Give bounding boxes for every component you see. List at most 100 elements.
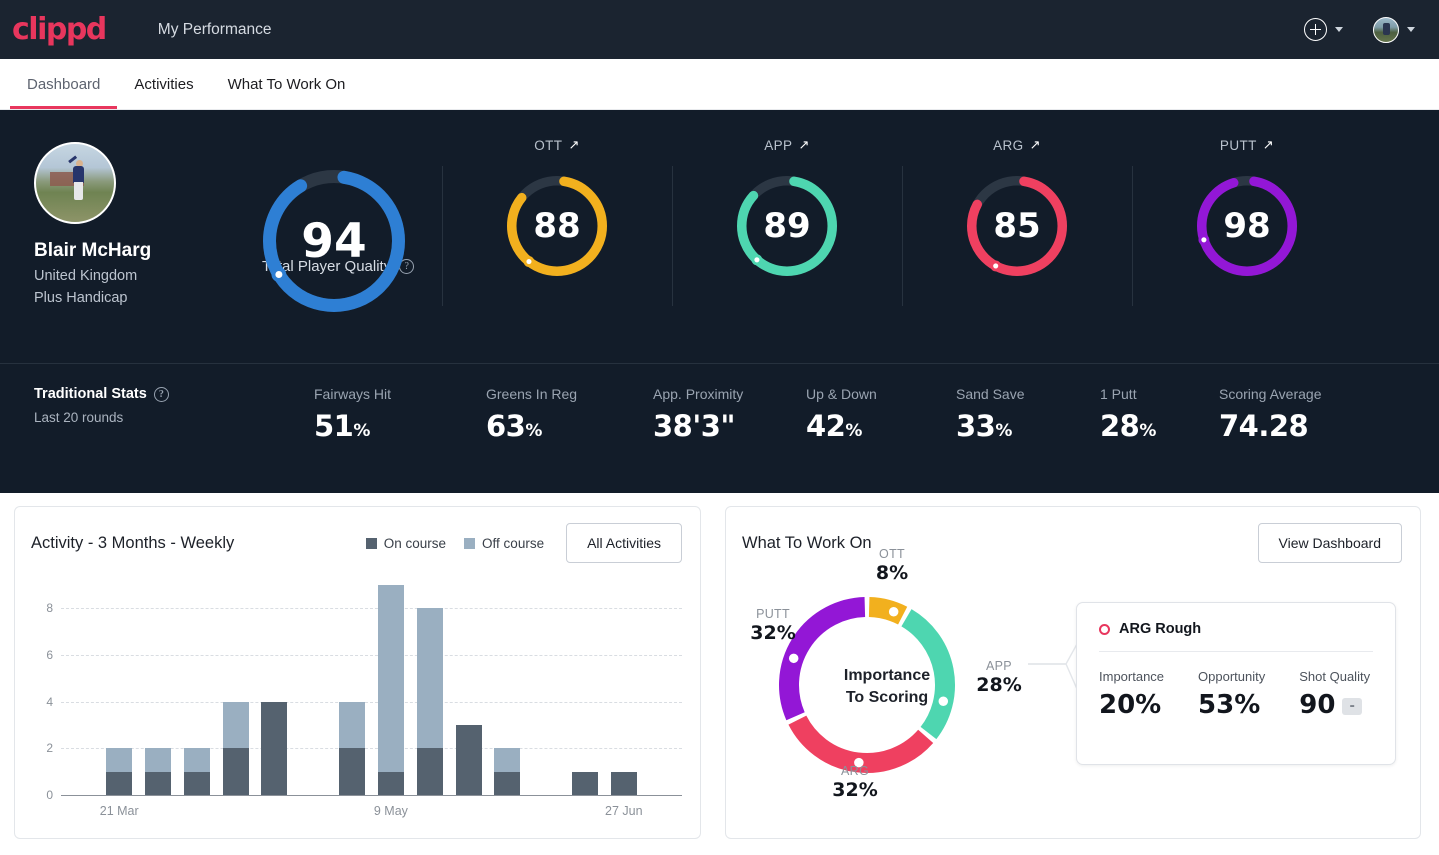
bar[interactable] [339,701,366,795]
legend-item-on-course: On course [365,535,447,551]
stat-label: Sand Save [956,386,1025,402]
bar[interactable] [261,701,288,795]
stat-value: 42% [806,409,862,443]
plus-circle-icon[interactable] [1304,18,1327,41]
donut-slice-app[interactable] [901,609,955,740]
bar-slot[interactable] [604,585,643,795]
question-mark-icon[interactable]: ? [153,386,169,402]
activity-card-header: Activity - 3 Months - Weekly On course O… [15,507,700,563]
all-activities-button[interactable]: All Activities [566,523,682,563]
stat-value: 51% [314,409,370,443]
bar-segment-on-course [106,771,133,795]
bar-slot[interactable] [488,585,527,795]
importance-donut-chart: Importance To Scoring OTT 8% APP 28% ARG 32% P… [742,547,1032,824]
gauge-value: 85 [993,206,1041,246]
bar[interactable] [494,748,521,795]
donut-label-name: OTT [879,547,905,561]
trend-up-icon: ↗ [798,137,810,152]
donut-label-value: 32% [832,779,878,801]
chevron-down-icon[interactable] [1407,27,1415,32]
donut-label-value: 8% [875,562,909,584]
gauge-label: OTT ↗ [534,137,580,153]
detail-card-header: ARG Rough [1099,621,1373,652]
x-axis-tick: 27 Jun [605,804,643,818]
tab-activities[interactable]: Activities [117,59,210,109]
x-axis-tick: 9 May [373,804,408,818]
top-bar-actions [1304,16,1417,43]
chevron-down-icon[interactable] [1335,27,1343,32]
gauge-value: 89 [763,206,811,246]
bar[interactable] [416,608,443,795]
bar-slot[interactable] [61,585,100,795]
bar-slot[interactable] [216,585,255,795]
avatar[interactable] [1373,16,1399,43]
gauge-arg: ARG ↗ 85 [902,136,1132,363]
gauge-label: ARG ↗ [993,137,1041,153]
metric-value: 53% [1198,690,1261,720]
bar-slot[interactable] [643,585,682,795]
stat-sand-save: Sand Save 33% [956,386,1100,443]
donut-marker-icon [886,604,901,619]
donut-label-value: 32% [750,622,796,644]
bar-slot[interactable] [294,585,333,795]
bar[interactable] [377,585,404,795]
bar-slot[interactable] [177,585,216,795]
tab-bar: Dashboard Activities What To Work On [0,59,1439,110]
tab-what-to-work-on[interactable]: What To Work On [211,59,363,109]
view-dashboard-button[interactable]: View Dashboard [1257,523,1402,563]
stat-unit: % [525,421,542,441]
bar-segment-on-course [145,771,172,795]
detail-card-metrics: Importance 20% Opportunity 53% Shot Qual… [1099,652,1373,720]
bar-slot[interactable] [449,585,488,795]
stat-value: 33% [956,409,1012,443]
player-avatar[interactable] [34,142,116,224]
bar-slot[interactable] [333,585,372,795]
legend-swatch-icon [464,537,476,549]
bar[interactable] [222,701,249,795]
metric-value: 20% [1099,690,1162,720]
metric-label: Opportunity [1198,669,1266,684]
bar-slot[interactable] [100,585,139,795]
bar-segment-off-course [145,748,172,772]
bar-group [61,585,682,795]
gauge-ott: OTT ↗ 88 [442,136,672,363]
stat-label: Scoring Average [1219,386,1322,402]
gauge-value: 98 [1223,206,1271,246]
bar-slot[interactable] [410,585,449,795]
bar[interactable] [455,725,482,795]
stat-label: Greens In Reg [486,386,578,402]
app-logo[interactable]: clippd [12,14,107,45]
stat-greens-in-reg: Greens In Reg 63% [486,386,653,443]
activity-card: Activity - 3 Months - Weekly On course O… [14,506,701,839]
metric-shot-quality: Shot Quality 90 - [1299,669,1370,720]
tab-dashboard[interactable]: Dashboard [10,59,118,109]
bar-slot[interactable] [566,585,605,795]
bar-segment-on-course [261,701,288,795]
detail-card[interactable]: ARG Rough Importance 20% Opportunity 53%… [1076,602,1396,765]
bar[interactable] [183,748,210,795]
stat-value: 38'3" [653,409,736,443]
bar-slot[interactable] [139,585,178,795]
donut-marker-icon [936,693,951,709]
y-axis-tick: 8 [46,601,53,616]
traditional-stats-subtitle: Last 20 rounds [34,410,124,425]
activity-legend: On course Off course [365,535,544,551]
y-axis-tick: 6 [46,648,53,662]
y-axis-tick: 2 [46,741,53,756]
bar-segment-on-course [183,771,210,795]
bar-slot[interactable] [255,585,294,795]
bar[interactable] [145,748,172,795]
trend-up-icon: ↗ [568,137,580,152]
stat-fairways-hit: Fairways Hit 51% [314,386,486,443]
metric-label: Shot Quality [1299,669,1371,684]
metric-opportunity: Opportunity 53% [1198,669,1265,720]
bar[interactable] [571,771,598,795]
bar[interactable] [106,748,133,795]
bar-slot[interactable] [527,585,566,795]
bar[interactable] [610,771,637,795]
bar-segment-on-course [610,771,637,795]
bar-segment-off-course [494,748,521,772]
gauge-putt: PUTT ↗ 98 [1132,136,1362,363]
legend-label: On course [383,535,447,551]
bar-slot[interactable] [372,585,411,795]
